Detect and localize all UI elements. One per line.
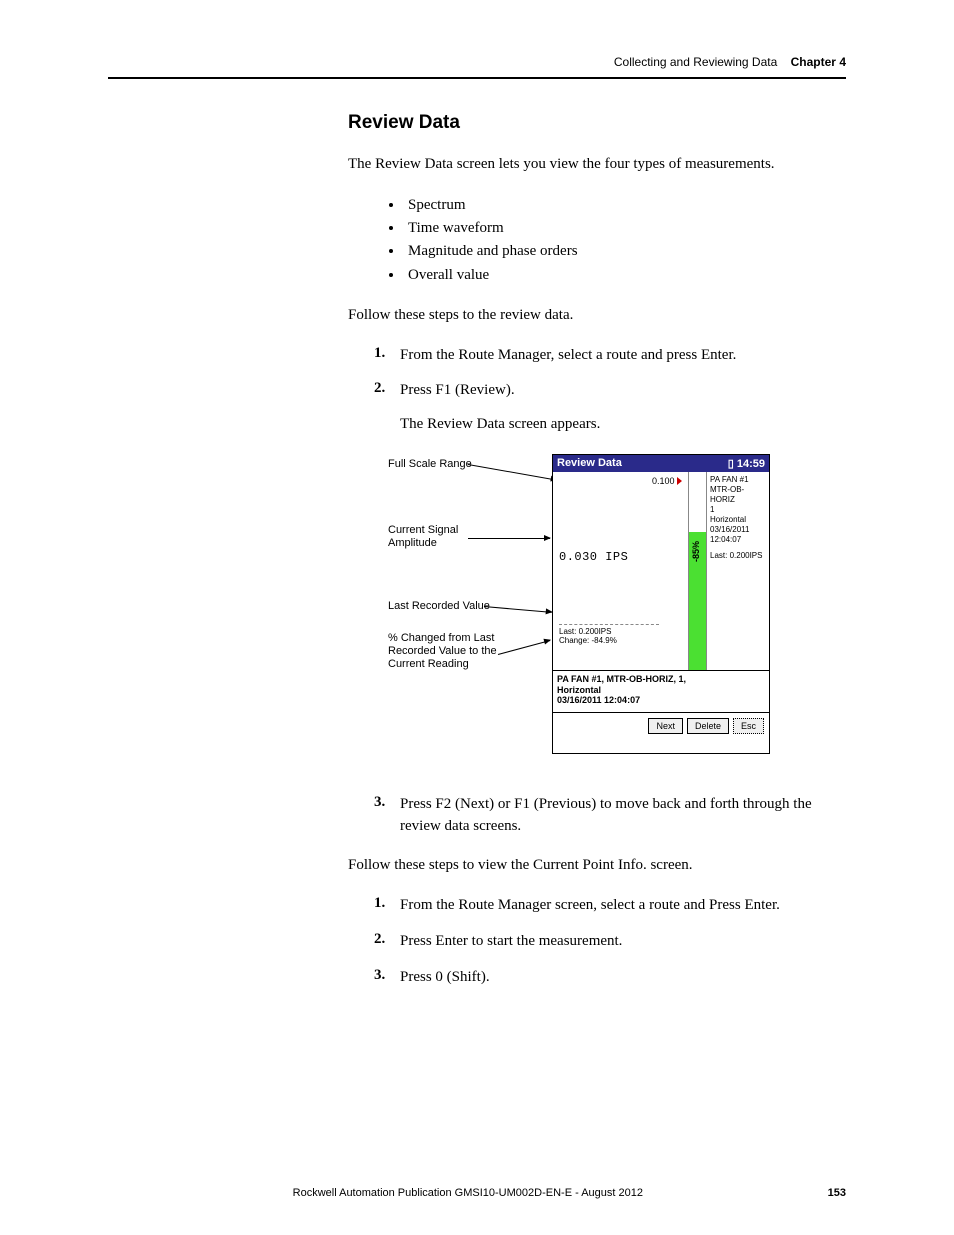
step-sub-text: The Review Data screen appears.: [400, 414, 600, 436]
list-item: Spectrum: [404, 194, 846, 217]
steps-intro: Follow these steps to the review data.: [348, 305, 846, 327]
info-line: PA FAN #1, MTR-OB-HORIZ, 1,: [557, 674, 765, 685]
review-data-figure: Full Scale Range Current Signal Amplitud…: [388, 454, 846, 768]
steps-list-1b: 3. Press F2 (Next) or F1 (Previous) to m…: [374, 794, 846, 838]
device-info-bar: PA FAN #1, MTR-OB-HORIZ, 1, Horizontal 0…: [553, 670, 769, 712]
step-number: 2.: [374, 380, 400, 436]
header-rule: [108, 77, 846, 79]
callout-full-scale: Full Scale Range: [388, 458, 472, 471]
esc-button[interactable]: Esc: [733, 718, 764, 734]
callout-last-recorded: Last Recorded Value: [388, 600, 490, 613]
step-text: From the Route Manager screen, select a …: [400, 895, 780, 917]
scale-arrow-icon: [677, 477, 682, 485]
step-item: 1. From the Route Manager, select a rout…: [374, 345, 846, 367]
device-bar-column: -85%: [689, 472, 707, 670]
publication-info: Rockwell Automation Publication GMSI10-U…: [108, 1187, 828, 1199]
callout-arrow: [468, 464, 557, 481]
step-number: 2.: [374, 931, 400, 953]
side-line: 1: [710, 505, 766, 515]
step-item: 2. Press Enter to start the measurement.: [374, 931, 846, 953]
callout-line: % Changed from Last: [388, 632, 494, 644]
last-value: Last: 0.200IPS: [559, 627, 611, 636]
side-line: 03/16/2011: [710, 525, 766, 535]
amplitude-value: 0.030 IPS: [559, 550, 628, 564]
intro-paragraph: The Review Data screen lets you view the…: [348, 154, 846, 176]
header-section: Collecting and Reviewing Data: [614, 55, 777, 69]
callout-line: Recorded Value to the: [388, 645, 497, 657]
side-line: Last: 0.200IPS: [710, 551, 766, 561]
step-item: 3. Press 0 (Shift).: [374, 967, 846, 989]
device-button-row: Next Delete Esc: [553, 712, 769, 739]
side-line: 12:04:07: [710, 535, 766, 545]
page-number: 153: [828, 1187, 846, 1199]
step-text: Press Enter to start the measurement.: [400, 931, 622, 953]
steps-list-1: 1. From the Route Manager, select a rout…: [374, 345, 846, 436]
step-number: 1.: [374, 895, 400, 917]
step-item: 1. From the Route Manager screen, select…: [374, 895, 846, 917]
side-line: PA FAN #1: [710, 475, 766, 485]
step-main-text: Press F1 (Review).: [400, 382, 515, 398]
callout-line: Amplitude: [388, 537, 437, 549]
step-text: Press F1 (Review). The Review Data scree…: [400, 380, 600, 436]
info-line: 03/16/2011 12:04:07: [557, 695, 765, 706]
device-title-text: Review Data: [557, 457, 622, 470]
page-footer: Rockwell Automation Publication GMSI10-U…: [108, 1187, 846, 1199]
device-left-panel: 0.100 0.030 IPS Last: 0.200IPS Change: -…: [553, 472, 689, 670]
callout-arrow: [468, 538, 550, 539]
device-titlebar: Review Data ▯ 14:59: [553, 455, 769, 472]
callout-amplitude: Current Signal Amplitude: [388, 524, 458, 550]
callout-line: Current Signal: [388, 524, 458, 536]
list-item: Magnitude and phase orders: [404, 240, 846, 263]
device-screenshot: Review Data ▯ 14:59 0.100 0.030 IPS Last…: [552, 454, 770, 754]
steps2-intro: Follow these steps to view the Current P…: [348, 855, 846, 877]
device-time: ▯ 14:59: [728, 457, 765, 470]
step-item: 3. Press F2 (Next) or F1 (Previous) to m…: [374, 794, 846, 838]
section-title: Review Data: [348, 112, 846, 134]
list-item: Time waveform: [404, 217, 846, 240]
page-header: Collecting and Reviewing Data Chapter 4: [108, 55, 846, 79]
steps-list-2: 1. From the Route Manager screen, select…: [374, 895, 846, 988]
list-item: Overall value: [404, 264, 846, 287]
step-text: From the Route Manager, select a route a…: [400, 345, 736, 367]
side-line: MTR-OB-HORIZ: [710, 485, 766, 505]
step-number: 1.: [374, 345, 400, 367]
step-item: 2. Press F1 (Review). The Review Data sc…: [374, 380, 846, 436]
callout-line: Current Reading: [388, 658, 469, 670]
step-number: 3.: [374, 794, 400, 838]
last-change-block: Last: 0.200IPS Change: -84.9%: [559, 624, 659, 646]
callout-pct-changed: % Changed from Last Recorded Value to th…: [388, 632, 497, 672]
change-value: Change: -84.9%: [559, 636, 617, 645]
callout-arrow: [498, 640, 550, 655]
side-line: Horizontal: [710, 515, 766, 525]
next-button[interactable]: Next: [648, 718, 683, 734]
main-content: Review Data The Review Data screen lets …: [348, 112, 846, 1006]
bar-percent-label: -85%: [691, 541, 701, 562]
callout-arrow: [484, 606, 552, 613]
header-chapter: Chapter 4: [791, 55, 846, 69]
step-text: Press 0 (Shift).: [400, 967, 490, 989]
step-text: Press F2 (Next) or F1 (Previous) to move…: [400, 794, 846, 838]
info-line: Horizontal: [557, 685, 765, 696]
measurement-types-list: Spectrum Time waveform Magnitude and pha…: [404, 194, 846, 287]
full-scale-value: 0.100: [553, 472, 688, 486]
device-time-value: 14:59: [737, 458, 765, 470]
delete-button[interactable]: Delete: [687, 718, 729, 734]
step-number: 3.: [374, 967, 400, 989]
device-side-panel: PA FAN #1 MTR-OB-HORIZ 1 Horizontal 03/1…: [707, 472, 769, 670]
